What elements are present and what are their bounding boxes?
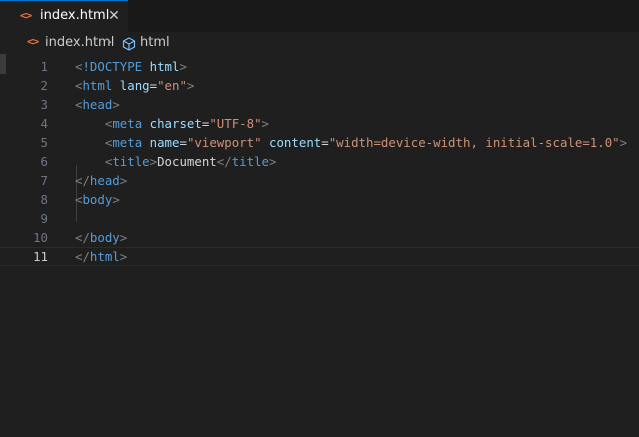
- code-token: "UTF-8": [209, 116, 262, 131]
- code-text: <meta charset="UTF-8">: [75, 114, 269, 133]
- code-token: "width=device-width, initial-scale=1.0": [328, 135, 620, 150]
- breadcrumb: <> index.html › html: [0, 32, 639, 54]
- symbol-element-icon: [122, 36, 136, 55]
- line-number: 5: [40, 135, 48, 150]
- code-token: >: [179, 59, 187, 74]
- code-text: </body>: [75, 228, 127, 247]
- code-text: </head>: [75, 171, 127, 190]
- code-token: meta: [112, 116, 143, 131]
- code-line[interactable]: 5 <meta name="viewport" content="width=d…: [0, 133, 639, 152]
- line-number: 1: [40, 59, 48, 74]
- code-text: <title>Document</title>: [75, 152, 277, 171]
- line-number: 3: [40, 97, 48, 112]
- html-code-icon: <>: [20, 9, 32, 22]
- breadcrumb-symbol[interactable]: html: [140, 35, 170, 50]
- breadcrumb-file[interactable]: index.html: [45, 35, 114, 50]
- line-number: 2: [40, 78, 48, 93]
- code-token: =: [321, 135, 329, 150]
- code-token: >: [186, 78, 195, 93]
- code-token: title: [231, 154, 270, 169]
- code-token: lang: [119, 78, 150, 93]
- code-token: >: [112, 97, 120, 112]
- code-token: title: [112, 154, 150, 169]
- line-number: 10: [33, 230, 48, 245]
- code-token: >: [119, 230, 128, 245]
- code-line[interactable]: 4 <meta charset="UTF-8">: [0, 114, 639, 133]
- code-line[interactable]: 7 </head>: [0, 171, 639, 190]
- tab-bar: <> index.html ✕: [0, 0, 639, 32]
- code-token: head: [82, 97, 113, 112]
- code-token: >: [261, 116, 269, 131]
- code-token: >: [119, 173, 128, 188]
- code-token: meta: [112, 135, 143, 150]
- html-code-icon: <>: [27, 35, 39, 48]
- code-text: <html lang="en">: [75, 76, 194, 95]
- code-text: </html>: [75, 248, 127, 265]
- code-token: >: [269, 154, 277, 169]
- code-token: charset: [149, 116, 202, 131]
- code-token: </: [216, 154, 232, 169]
- code-line[interactable]: 9: [0, 209, 639, 228]
- code-token: Document: [157, 154, 217, 169]
- code-text: <meta name="viewport" content="width=dev…: [75, 133, 627, 152]
- close-icon[interactable]: ✕: [106, 7, 122, 25]
- code-token: !DOCTYPE: [82, 59, 143, 74]
- line-number: 8: [40, 192, 48, 207]
- code-token: "en": [157, 78, 187, 93]
- tab-label: index.html: [40, 8, 110, 23]
- code-line[interactable]: 10 </body>: [0, 228, 639, 247]
- chevron-right-icon: ›: [107, 35, 113, 50]
- code-token: content: [269, 135, 322, 150]
- code-token: html: [89, 249, 120, 264]
- code-token: =: [149, 78, 158, 93]
- line-number: 4: [40, 116, 48, 131]
- code-token: </: [75, 173, 90, 188]
- code-token: >: [119, 249, 128, 264]
- line-number: 7: [40, 173, 48, 188]
- code-token: </: [75, 249, 90, 264]
- code-token: >: [149, 154, 158, 169]
- code-token: name: [149, 135, 180, 150]
- code-text: <body>: [75, 190, 120, 209]
- code-token: =: [179, 135, 187, 150]
- code-line[interactable]: 11 </html>: [0, 247, 639, 266]
- code-line[interactable]: 1 <!DOCTYPE html>: [0, 57, 639, 76]
- code-token: html: [82, 78, 113, 93]
- code-text: <head>: [75, 95, 120, 114]
- line-number: 6: [40, 154, 48, 169]
- code-token: body: [82, 192, 113, 207]
- code-line[interactable]: 2 <html lang="en">: [0, 76, 639, 95]
- code-editor[interactable]: 1 <!DOCTYPE html> 2 <html lang="en"> 3 <head>…: [0, 54, 639, 437]
- code-line[interactable]: 3 <head>: [0, 95, 639, 114]
- code-token: >: [619, 135, 628, 150]
- tab-index-html[interactable]: <> index.html ✕: [0, 0, 128, 32]
- code-text: <!DOCTYPE html>: [75, 57, 187, 76]
- line-number: 9: [40, 211, 48, 226]
- code-token: head: [89, 173, 120, 188]
- code-token: </: [75, 230, 90, 245]
- code-line[interactable]: 8 <body>: [0, 190, 639, 209]
- code-token: "viewport": [186, 135, 262, 150]
- code-line[interactable]: 6 <title>Document</title>: [0, 152, 639, 171]
- line-number: 11: [33, 249, 48, 264]
- code-token: body: [89, 230, 120, 245]
- code-token: html: [149, 59, 180, 74]
- code-token: >: [112, 192, 120, 207]
